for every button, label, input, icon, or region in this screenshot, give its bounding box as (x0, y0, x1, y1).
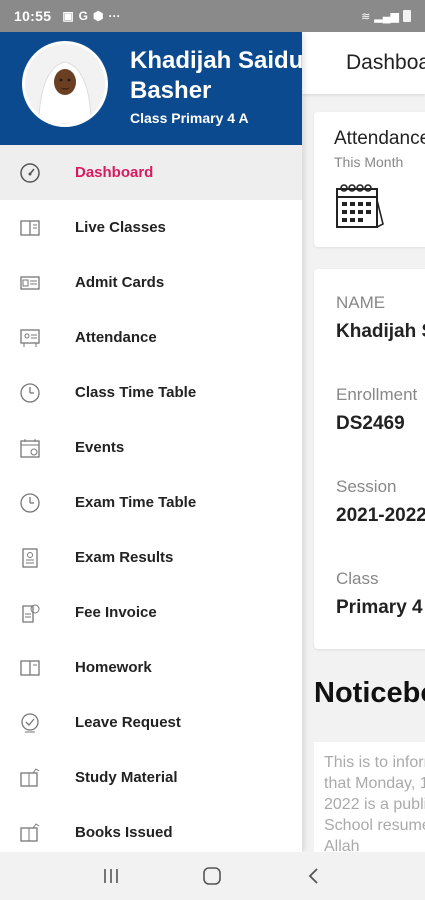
wifi-icon: ≋ (361, 10, 371, 23)
dashboard-gauge-icon (18, 161, 42, 185)
image-icon: ▣ (62, 9, 74, 23)
system-nav-bar (0, 852, 425, 900)
recent-apps-icon[interactable] (91, 861, 131, 891)
menu-item-label: Class Time Table (75, 384, 197, 401)
attendance-title: Attendance (334, 128, 425, 149)
field-label: Class (336, 569, 379, 588)
books-issued-icon (18, 821, 42, 845)
field-value: Khadijah Saidu Basher (336, 321, 425, 342)
id-card-icon (18, 271, 42, 295)
home-icon[interactable] (192, 861, 232, 891)
signal-icon: ▂▄▆ (374, 10, 399, 23)
back-icon[interactable] (294, 861, 334, 891)
info-class: Class Primary 4 A (336, 569, 425, 619)
avatar-photo (25, 44, 105, 124)
menu-item-exam-time-table[interactable]: Exam Time Table (0, 475, 302, 530)
status-bar: 10:55 ▣ G ⬢ ··· ≋ ▂▄▆ (0, 0, 425, 32)
student-info-card: NAME Khadijah Saidu Basher Enrollment DS… (314, 269, 425, 649)
menu-item-homework[interactable]: Homework (0, 640, 302, 695)
menu-item-books-issued[interactable]: Books Issued (0, 805, 302, 852)
app-bar: Dashboard (302, 32, 425, 94)
field-value: DS2469 (336, 413, 405, 434)
shield-icon: ⬢ (93, 9, 104, 23)
more-notifications: ··· (108, 9, 121, 23)
menu-item-label: Attendance (75, 329, 157, 346)
menu-item-live-classes[interactable]: Live Classes (0, 200, 302, 255)
status-time: 10:55 (14, 8, 52, 24)
menu-item-label: Exam Results (75, 549, 174, 566)
menu-item-admit-cards[interactable]: Admit Cards (0, 255, 302, 310)
menu-item-label: Homework (75, 659, 152, 676)
menu-item-label: Fee Invoice (75, 604, 157, 621)
menu-item-label: Exam Time Table (75, 494, 197, 511)
menu-item-fee-invoice[interactable]: Fee Invoice (0, 585, 302, 640)
attendance-subtitle: This Month (334, 154, 404, 170)
study-material-icon (18, 766, 42, 790)
drawer-menu: Dashboard Live Classes Admit Cards Atten… (0, 145, 302, 852)
menu-item-label: Study Material (75, 769, 178, 786)
menu-item-label: Leave Request (75, 714, 181, 731)
field-label: Session (336, 477, 397, 496)
menu-item-dashboard[interactable]: Dashboard (0, 145, 302, 200)
book-icon (18, 656, 42, 680)
menu-item-label: Dashboard (75, 164, 154, 181)
calendar-icon (18, 436, 42, 460)
field-label: Enrollment (336, 385, 418, 404)
info-enrollment: Enrollment DS2469 (336, 385, 425, 435)
attendance-board-icon (18, 326, 42, 350)
attendance-card[interactable]: Attendance This Month (314, 112, 425, 247)
results-document-icon (18, 546, 42, 570)
leave-request-icon (18, 711, 42, 735)
avatar[interactable] (22, 41, 108, 127)
field-value: 2021-2022 (336, 505, 425, 526)
user-name: Khadijah Saidu Basher (130, 47, 302, 104)
status-right: ≋ ▂▄▆ (361, 10, 411, 23)
menu-item-label: Admit Cards (75, 274, 165, 291)
noticeboard-heading: Noticeboard (314, 677, 425, 709)
clock-icon (18, 381, 42, 405)
live-classes-icon (18, 216, 42, 240)
navigation-drawer: Khadijah Saidu Basher Class Primary 4 A … (0, 32, 302, 852)
menu-item-leave-request[interactable]: Leave Request (0, 695, 302, 750)
field-label: NAME (336, 293, 386, 312)
menu-item-label: Books Issued (75, 824, 173, 841)
notice-text: This is to inform parents that Monday, 1… (324, 754, 425, 852)
menu-item-class-time-table[interactable]: Class Time Table (0, 365, 302, 420)
menu-item-study-material[interactable]: Study Material (0, 750, 302, 805)
calendar-icon (336, 184, 384, 228)
menu-item-label: Events (75, 439, 125, 456)
clock-icon (18, 491, 42, 515)
user-class: Class Primary 4 A (130, 110, 249, 126)
field-value: Primary 4 A (336, 597, 425, 618)
menu-item-attendance[interactable]: Attendance (0, 310, 302, 365)
google-icon: G (78, 9, 88, 23)
page-title: Dashboard (346, 51, 425, 74)
info-session: Session 2021-2022 (336, 477, 425, 527)
menu-item-exam-results[interactable]: Exam Results (0, 530, 302, 585)
invoice-icon (18, 601, 42, 625)
notice-card[interactable]: This is to inform parents that Monday, 1… (314, 742, 425, 852)
info-name: NAME Khadijah Saidu Basher (336, 293, 425, 343)
menu-item-events[interactable]: Events (0, 420, 302, 475)
menu-item-label: Live Classes (75, 219, 166, 236)
battery-icon (403, 10, 411, 22)
main-content: Dashboard Attendance This Month NAME Kha… (302, 32, 425, 852)
drawer-header: Khadijah Saidu Basher Class Primary 4 A (0, 32, 302, 145)
